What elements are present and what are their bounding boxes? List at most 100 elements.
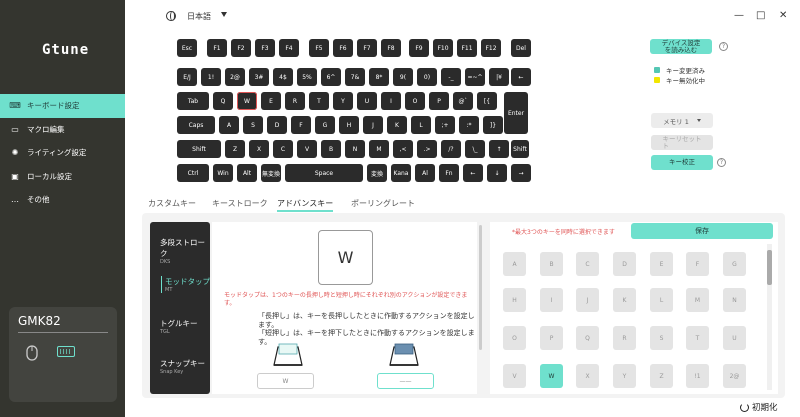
key-3-11[interactable]: :* (459, 116, 479, 134)
key-1-2[interactable]: 2@ (225, 68, 245, 86)
hold-action-field[interactable]: W (257, 373, 314, 389)
key-1-1[interactable]: 1! (201, 68, 221, 86)
key-2-13[interactable]: Enter (504, 92, 528, 134)
key-1-10[interactable]: 0) (417, 68, 437, 86)
key-4-2[interactable]: X (249, 140, 269, 158)
chevron-down-icon[interactable] (221, 12, 227, 17)
key-1-14[interactable]: ← (511, 68, 531, 86)
key-0-5[interactable]: F5 (309, 39, 329, 57)
picker-key-2-1[interactable]: P (540, 326, 563, 350)
key-1-3[interactable]: 3# (249, 68, 269, 86)
mode-item-1[interactable]: モッドタップ MT (161, 276, 210, 293)
key-0-13[interactable]: Del (511, 39, 531, 57)
key-5-9[interactable]: ← (463, 164, 483, 182)
key-3-10[interactable]: ;+ (435, 116, 455, 134)
key-3-5[interactable]: G (315, 116, 335, 134)
key-4-11[interactable]: \_ (465, 140, 485, 158)
key-2-10[interactable]: P (429, 92, 449, 110)
key-4-12[interactable]: ↑ (489, 140, 509, 158)
help-icon[interactable]: ? (717, 158, 726, 167)
key-0-8[interactable]: F8 (381, 39, 401, 57)
key-3-8[interactable]: K (387, 116, 407, 134)
sidebar-item-0[interactable]: ⌨ キーボード設定 (0, 94, 125, 118)
key-5-4[interactable]: Space (285, 164, 363, 182)
key-5-10[interactable]: ↓ (487, 164, 507, 182)
key-5-3[interactable]: 無変換 (261, 164, 281, 182)
sidebar-item-2[interactable]: ✺ ライティング設定 (0, 141, 125, 165)
language-select[interactable]: 日本語 (187, 11, 211, 22)
sidebar-item-3[interactable]: ▣ ローカル設定 (0, 165, 125, 189)
key-1-6[interactable]: 6^ (321, 68, 341, 86)
picker-key-1-5[interactable]: M (686, 288, 709, 312)
picker-key-3-5[interactable]: !1 (686, 364, 709, 388)
memory-select[interactable]: メモリ 1 (651, 113, 713, 128)
key-5-11[interactable]: → (511, 164, 531, 182)
mode-item-2[interactable]: トグルキー TGL (160, 318, 198, 335)
key-0-11[interactable]: F11 (457, 39, 477, 57)
key-0-0[interactable]: Esc (177, 39, 197, 57)
picker-key-3-0[interactable]: V (503, 364, 526, 388)
key-calibrate-button[interactable]: キー校正 (651, 155, 713, 170)
picker-key-0-0[interactable]: A (503, 252, 526, 276)
detail-scrollbar[interactable] (479, 225, 482, 350)
key-1-0[interactable]: E/J (177, 68, 197, 86)
key-0-2[interactable]: F2 (231, 39, 251, 57)
key-3-1[interactable]: A (219, 116, 239, 134)
tab-3[interactable]: ポーリングレート (351, 193, 415, 213)
keyboard-device-icon[interactable] (57, 346, 75, 357)
key-4-3[interactable]: C (273, 140, 293, 158)
key-5-0[interactable]: Ctrl (177, 164, 209, 182)
mode-item-0[interactable]: 多段ストローク DKS (160, 237, 210, 265)
key-0-6[interactable]: F6 (333, 39, 353, 57)
picker-key-2-0[interactable]: O (503, 326, 526, 350)
key-0-9[interactable]: F9 (409, 39, 429, 57)
key-4-9[interactable]: .> (417, 140, 437, 158)
picker-key-3-1[interactable]: W (540, 364, 563, 388)
picker-key-1-0[interactable]: H (503, 288, 526, 312)
key-0-4[interactable]: F4 (279, 39, 299, 57)
picker-key-1-1[interactable]: I (540, 288, 563, 312)
key-3-4[interactable]: F (291, 116, 311, 134)
key-4-7[interactable]: M (369, 140, 389, 158)
picker-key-0-5[interactable]: F (686, 252, 709, 276)
key-2-12[interactable]: [{ (477, 92, 497, 110)
picker-key-0-6[interactable]: G (723, 252, 746, 276)
key-3-7[interactable]: J (363, 116, 383, 134)
key-4-6[interactable]: N (345, 140, 365, 158)
picker-key-3-2[interactable]: X (576, 364, 599, 388)
key-2-5[interactable]: T (309, 92, 329, 110)
tab-2[interactable]: アドバンスキー (271, 193, 340, 213)
picker-key-3-6[interactable]: 2@ (723, 364, 746, 388)
key-1-8[interactable]: 8* (369, 68, 389, 86)
key-4-4[interactable]: V (297, 140, 317, 158)
picker-key-1-6[interactable]: N (723, 288, 746, 312)
maximize-button[interactable]: □ (756, 10, 765, 21)
key-1-9[interactable]: 9( (393, 68, 413, 86)
key-3-0[interactable]: Caps (177, 116, 215, 134)
key-1-7[interactable]: 7& (345, 68, 365, 86)
mouse-icon[interactable] (25, 345, 39, 361)
key-3-2[interactable]: S (243, 116, 263, 134)
key-5-5[interactable]: 変換 (367, 164, 387, 182)
save-button[interactable]: 保存 (631, 223, 773, 239)
sidebar-item-1[interactable]: ▭ マクロ編集 (0, 118, 125, 142)
minimize-button[interactable]: — (734, 10, 744, 21)
key-0-1[interactable]: F1 (207, 39, 227, 57)
key-4-5[interactable]: B (321, 140, 341, 158)
key-4-8[interactable]: ,< (393, 140, 413, 158)
key-1-13[interactable]: |¥ (489, 68, 509, 86)
key-0-7[interactable]: F7 (357, 39, 377, 57)
key-2-9[interactable]: O (405, 92, 425, 110)
key-2-11[interactable]: @` (453, 92, 473, 110)
key-0-3[interactable]: F3 (255, 39, 275, 57)
picker-key-0-2[interactable]: C (576, 252, 599, 276)
key-3-12[interactable]: ]} (483, 116, 503, 134)
picker-key-0-3[interactable]: D (613, 252, 636, 276)
tab-1[interactable]: キーストローク (212, 193, 268, 213)
key-2-0[interactable]: Tab (177, 92, 209, 110)
key-3-6[interactable]: H (339, 116, 359, 134)
picker-key-2-2[interactable]: Q (576, 326, 599, 350)
key-5-2[interactable]: Alt (237, 164, 257, 182)
key-5-7[interactable]: Al (415, 164, 435, 182)
key-1-4[interactable]: 4$ (273, 68, 293, 86)
